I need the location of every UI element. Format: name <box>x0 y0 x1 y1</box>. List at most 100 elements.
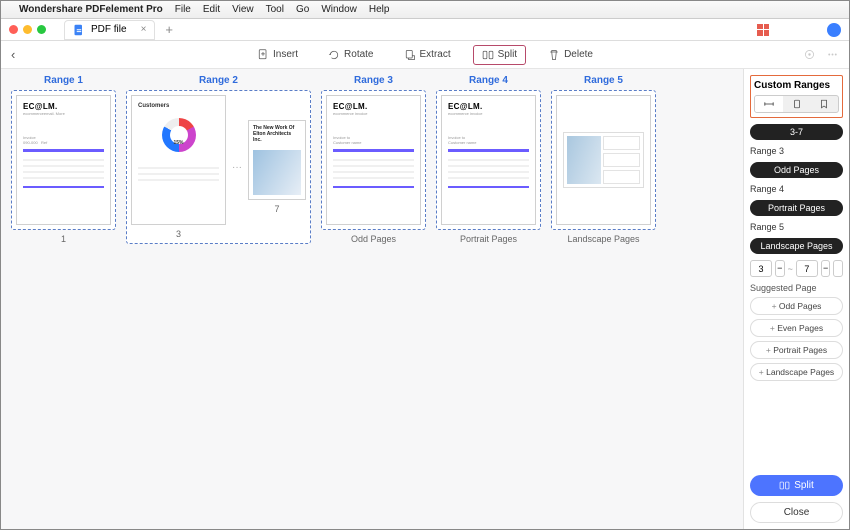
range-sub: Landscape Pages <box>567 234 639 244</box>
ellipsis-icon: ··· <box>230 162 244 173</box>
range5-label: Range 5 <box>750 222 843 232</box>
rotate-label: Rotate <box>344 49 373 60</box>
building-image <box>253 150 301 195</box>
chip-odd-pages[interactable]: Odd Pages <box>750 162 843 178</box>
split-label: Split <box>498 49 517 60</box>
delete-button[interactable]: Delete <box>540 46 601 64</box>
menu-go[interactable]: Go <box>296 4 309 15</box>
toolbar: ‹ Insert Rotate Extract Split Delete <box>1 41 849 69</box>
user-avatar[interactable] <box>827 23 841 37</box>
page-thumbnail[interactable]: EC@LM. ecommerce invoice Invoice toCusto… <box>441 95 536 225</box>
menu-view[interactable]: View <box>232 4 254 15</box>
close-window-icon[interactable] <box>9 25 18 34</box>
insert-button[interactable]: Insert <box>249 46 306 64</box>
suggested-section: Suggested Page Odd Pages Even Pages Port… <box>750 283 843 385</box>
chip-range-value[interactable]: 3-7 <box>750 124 843 140</box>
range3-label: Range 3 <box>750 146 843 156</box>
page-thumbnail[interactable]: EC@LM. ecommerce invoice Invoice toCusto… <box>326 95 421 225</box>
menu-file[interactable]: File <box>175 4 191 15</box>
building-image <box>567 136 601 184</box>
from-input[interactable] <box>750 260 772 277</box>
segmented-control[interactable] <box>754 95 839 113</box>
sugg-even[interactable]: Even Pages <box>750 319 843 337</box>
extract-label: Extract <box>420 49 451 60</box>
custom-ranges-section: Custom Ranges <box>750 75 843 118</box>
range-title: Range 3 <box>354 75 393 86</box>
split-icon <box>482 49 494 61</box>
extract-button[interactable]: Extract <box>396 46 459 64</box>
menu-tool[interactable]: Tool <box>266 4 284 15</box>
split-action-label: Split <box>794 480 813 491</box>
range-4[interactable]: Range 4 EC@LM. ecommerce invoice Invoice… <box>436 75 541 244</box>
range-title: Range 2 <box>199 75 238 86</box>
close-tab-icon[interactable]: × <box>141 24 147 35</box>
panel-title: Custom Ranges <box>754 80 839 91</box>
thumb-logo: EC@LM. <box>333 102 414 111</box>
to-decrement[interactable]: − <box>821 260 831 277</box>
app-name: Wondershare PDFelement Pro <box>19 4 163 15</box>
thumb-heading: The New Work Of Elton Architects Inc. <box>253 125 301 143</box>
menu-window[interactable]: Window <box>321 4 357 15</box>
range-title: Range 4 <box>469 75 508 86</box>
insert-label: Insert <box>273 49 298 60</box>
page-range-stepper: − ~ − + <box>750 260 843 277</box>
chip-portrait-pages[interactable]: Portrait Pages <box>750 200 843 216</box>
more-icon[interactable] <box>826 48 839 61</box>
page-number: 3 <box>176 229 181 239</box>
range-sub: 1 <box>61 234 66 244</box>
thumb-logo: EC@LM. <box>448 102 529 111</box>
range-1[interactable]: Range 1 EC@LM. ecommerceemail. More Invo… <box>11 75 116 244</box>
delete-icon <box>548 49 560 61</box>
sugg-landscape[interactable]: Landscape Pages <box>750 363 843 381</box>
page-thumbnail[interactable]: The New Work Of Elton Architects Inc. <box>248 120 306 200</box>
range-5[interactable]: Range 5 Landscape Pages <box>551 75 656 244</box>
back-button[interactable]: ‹ <box>11 47 15 62</box>
delete-label: Delete <box>564 49 593 60</box>
menubar: Wondershare PDFelement Pro File Edit Vie… <box>1 1 849 19</box>
fullscreen-window-icon[interactable] <box>37 25 46 34</box>
from-decrement[interactable]: − <box>775 260 785 277</box>
add-range-button[interactable]: + <box>833 260 843 277</box>
extract-icon <box>404 49 416 61</box>
menu-edit[interactable]: Edit <box>203 4 220 15</box>
add-tab-button[interactable]: + <box>165 22 173 37</box>
page-thumbnail[interactable] <box>556 95 651 225</box>
page-thumbnail[interactable]: EC@LM. ecommerceemail. More Invoice090-0… <box>16 95 111 225</box>
rotate-button[interactable]: Rotate <box>320 46 381 64</box>
grid-icon[interactable] <box>757 24 769 36</box>
document-tab[interactable]: PDF file × <box>64 20 155 40</box>
to-input[interactable] <box>796 260 818 277</box>
range4-label: Range 4 <box>750 184 843 194</box>
split-icon <box>779 480 790 491</box>
range-title: Range 5 <box>584 75 623 86</box>
range-3[interactable]: Range 3 EC@LM. ecommerce invoice Invoice… <box>321 75 426 244</box>
sugg-odd[interactable]: Odd Pages <box>750 297 843 315</box>
rotate-icon <box>328 49 340 61</box>
split-action-button[interactable]: Split <box>750 475 843 496</box>
side-panel: Custom Ranges 3-7 Range 3 Odd Pages Rang… <box>743 69 849 529</box>
sugg-portrait[interactable]: Portrait Pages <box>750 341 843 359</box>
seg-range-icon[interactable] <box>755 96 783 112</box>
menu-help[interactable]: Help <box>369 4 390 15</box>
split-button[interactable]: Split <box>473 45 526 65</box>
settings-icon[interactable] <box>803 48 816 61</box>
thumb-pct: 15% <box>138 140 219 147</box>
suggested-title: Suggested Page <box>750 283 843 293</box>
window-controls[interactable] <box>9 25 46 34</box>
landscape-preview <box>563 132 644 188</box>
chip-landscape-pages[interactable]: Landscape Pages <box>750 238 843 254</box>
close-button[interactable]: Close <box>750 502 843 523</box>
page-number: 7 <box>274 204 279 214</box>
tabbar: PDF file × + <box>1 19 849 41</box>
minimize-window-icon[interactable] <box>23 25 32 34</box>
range-title: Range 1 <box>44 75 83 86</box>
range-2[interactable]: Range 2 Customers 15% 3 ··· <box>126 75 311 244</box>
thumb-heading: Customers <box>138 102 219 110</box>
seg-page-icon[interactable] <box>783 96 811 112</box>
page-thumbnail[interactable]: Customers 15% <box>131 95 226 225</box>
pdf-icon <box>73 24 85 36</box>
insert-icon <box>257 49 269 61</box>
tab-title: PDF file <box>91 24 127 35</box>
seg-bookmark-icon[interactable] <box>810 96 838 112</box>
range-sub: Portrait Pages <box>460 234 517 244</box>
